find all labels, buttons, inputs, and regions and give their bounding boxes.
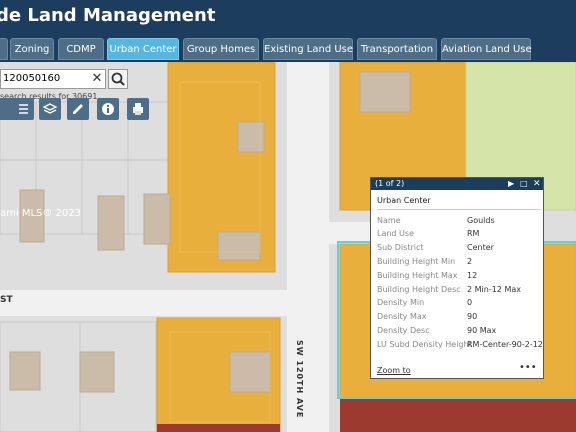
popup-row-label: Name [377,216,401,225]
popup-row-label: Sub District [377,243,424,252]
close-icon[interactable]: ✕ [90,70,104,88]
popup-row-value: 0 [467,298,473,307]
popup-row-label: Building Height Desc [377,285,461,294]
layers-button[interactable] [39,98,61,120]
tab-aviation-land-use[interactable]: Aviation Land Use [441,38,532,60]
tab-zoning[interactable]: Zoning [10,38,54,60]
popup-row-value: Goulds [467,216,495,225]
mls-watermark: ami MLS® 2023 [0,208,82,219]
printer-icon [133,103,143,115]
edit-button[interactable] [67,98,89,120]
popup-row-label: Building Height Min [377,257,456,266]
tab-transportation[interactable]: Transportation [357,38,437,60]
road-sw-120th-ave [287,62,329,432]
popup-row-label: Density Desc [377,326,430,335]
popup-row-value: Center [467,243,494,252]
popup-row-value: RM [467,229,480,238]
popup-row-value: 90 [467,312,478,321]
popup-row-label: Land Use [377,229,414,238]
popup-title: Urban Center [377,196,431,205]
zoom-to-link[interactable]: Zoom to [377,366,411,375]
popup-divider [377,209,541,210]
popup-row-label: Density Max [377,312,427,321]
popup-row-value: 12 [467,271,478,280]
search-icon [111,72,125,86]
feature-popup: (1 of 2) ▶ □ ✕ Urban Center Name Goulds L… [370,177,544,379]
app-title: de Land Management [0,5,216,26]
play-icon[interactable]: ▶ [508,178,514,190]
popup-row-value: 2 Min-12 Max [467,285,521,294]
search-button[interactable] [108,69,128,89]
popup-row-value: RM-Center-90-2-12 [467,340,543,349]
tab-cdmp[interactable]: CDMP [58,38,104,60]
popup-row-value: 2 [467,257,473,266]
maximize-icon[interactable]: □ [520,178,528,190]
more-options-icon[interactable]: ••• [519,362,537,373]
list-button[interactable] [12,98,34,120]
popup-counter: (1 of 2) [375,179,405,188]
popup-row-value: 90 Max [467,326,497,335]
info-button[interactable] [97,98,119,120]
popup-row-label: Building Height Max [377,271,458,280]
app-header: de Land Management [0,0,576,36]
street-label-west: ST [0,295,13,305]
tab-group-homes[interactable]: Group Homes [183,38,259,60]
industrial-parcel [340,398,576,432]
print-button[interactable] [127,98,149,120]
tab-urban-center[interactable]: Urban Center [107,38,179,60]
close-icon[interactable]: ✕ [533,178,541,190]
tab-partial[interactable] [0,38,8,60]
layers-icon [42,103,58,114]
list-icon [19,104,28,114]
street-label: SW 120TH AVE [295,340,304,419]
tab-existing-land-use[interactable]: Existing Land Use [263,38,353,60]
road-east-west [0,290,290,316]
industrial-parcel-2 [157,424,280,432]
popup-row-label: LU Subd Density Height [377,340,472,349]
info-icon [102,103,114,115]
popup-header: (1 of 2) ▶ □ ✕ [371,178,543,190]
popup-row-label: Density Min [377,298,425,307]
pencil-icon [73,104,83,114]
